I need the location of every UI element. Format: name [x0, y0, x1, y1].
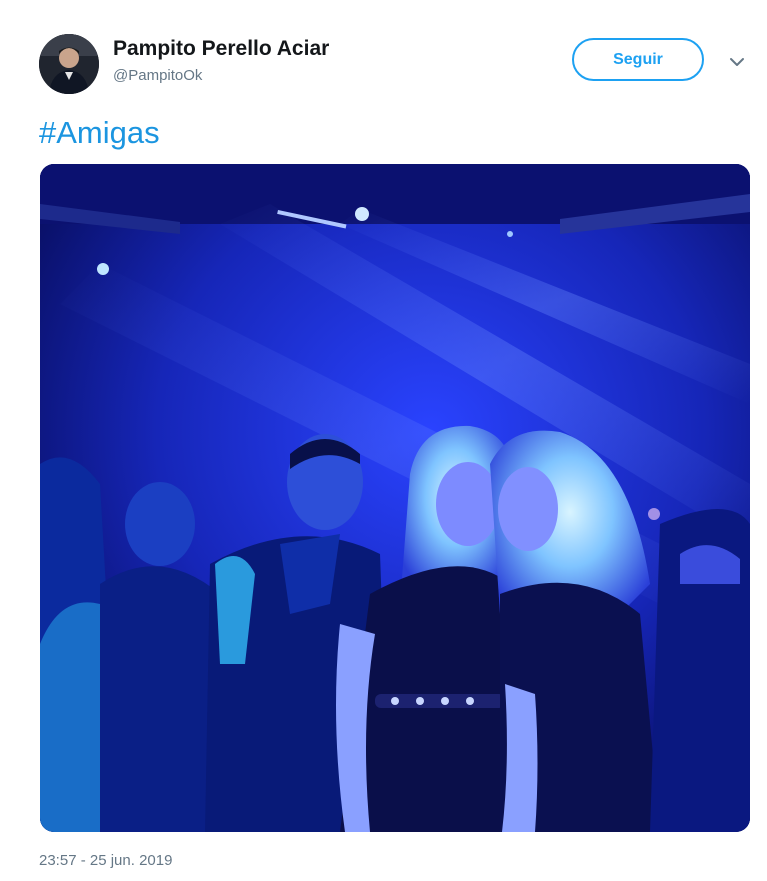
tweet-timestamp[interactable]: 23:57 - 25 jun. 2019 [39, 851, 172, 871]
tweet-card: Pampito Perello Aciar @PampitoOk Seguir … [0, 0, 767, 881]
author-avatar[interactable] [39, 34, 99, 94]
tweet-photo[interactable] [40, 164, 750, 832]
author-handle[interactable]: @PampitoOk [113, 66, 329, 86]
follow-button-label: Seguir [613, 50, 663, 68]
hashtag-link[interactable]: #Amigas [39, 113, 160, 153]
follow-button[interactable]: Seguir [572, 38, 704, 81]
author-block: Pampito Perello Aciar @PampitoOk [113, 36, 329, 86]
avatar-photo [39, 34, 99, 94]
tweet-menu-button[interactable] [727, 52, 747, 72]
chevron-down-icon [730, 58, 744, 66]
author-name[interactable]: Pampito Perello Aciar [113, 36, 329, 62]
party-photo-image [40, 164, 750, 832]
